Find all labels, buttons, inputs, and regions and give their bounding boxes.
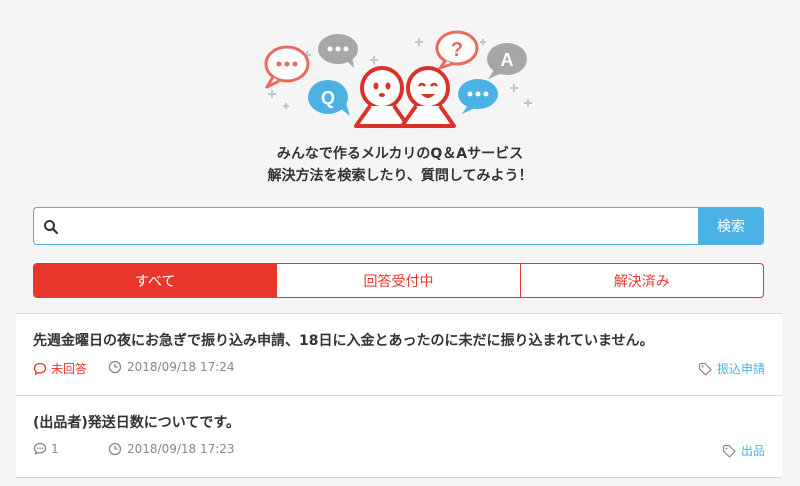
tab-resolved[interactable]: 解決済み: [519, 264, 763, 297]
tagline-line-2: 解決方法を検索したり、質問してみよう！: [267, 168, 533, 184]
question-title[interactable]: (出品者)発送日数についてです。: [33, 412, 240, 432]
question-list: 先週金曜日の夜にお急ぎで振り込み申請、18日に入金とあったのに未だに振り込まれて…: [16, 313, 782, 478]
answer-status: 未回答: [33, 360, 87, 377]
category-tag-label[interactable]: 振込申請: [717, 360, 765, 377]
comment-icon: [33, 362, 47, 376]
filter-tabs: すべて 回答受付中 解決済み: [33, 263, 764, 298]
posted-date-label: 2018/09/18 17:23: [127, 442, 235, 456]
question-title[interactable]: 先週金曜日の夜にお急ぎで振り込み申請、18日に入金とあったのに未だに振り込まれて…: [33, 330, 654, 350]
search-bar: 検索: [33, 207, 764, 245]
search-icon: [43, 219, 59, 235]
list-item[interactable]: (出品者)発送日数についてです。 1 2018/09/18 17:23 出品: [16, 396, 782, 478]
mascot-icon: [354, 66, 410, 128]
speech-bubble-icon: [318, 34, 358, 68]
speech-bubble-icon: [458, 79, 498, 114]
hero-illustration: Q ? A みんなで作るメルカリのQ＆Aサービス 解決方法を検索したり、質問して…: [0, 0, 800, 200]
posted-date: 2018/09/18 17:24: [108, 360, 235, 374]
a-bubble-icon: A: [487, 43, 527, 79]
question-meta: 1 2018/09/18 17:23 出品: [33, 442, 765, 460]
clock-icon: [108, 442, 122, 456]
tag-icon: [698, 362, 712, 376]
question-mark-icon: ?: [435, 30, 479, 70]
tagline-line-1: みんなで作るメルカリのQ＆Aサービス: [276, 146, 524, 162]
svg-text:A: A: [501, 50, 514, 70]
clock-icon: [108, 360, 122, 374]
tab-accepting-answers[interactable]: 回答受付中: [276, 264, 519, 297]
list-item[interactable]: 先週金曜日の夜にお急ぎで振り込み申請、18日に入金とあったのに未だに振り込まれて…: [16, 314, 782, 396]
answer-status-label: 未回答: [51, 362, 88, 376]
category-tag[interactable]: 出品: [722, 442, 765, 459]
svg-text:Q: Q: [321, 88, 335, 108]
mascot-icon: [400, 66, 456, 128]
category-tag[interactable]: 振込申請: [698, 360, 765, 377]
answer-count-label: 1: [51, 442, 59, 456]
posted-date-label: 2018/09/18 17:24: [127, 360, 235, 374]
search-input[interactable]: [64, 208, 684, 244]
posted-date: 2018/09/18 17:23: [108, 442, 235, 456]
tag-icon: [722, 444, 736, 458]
search-box: [33, 207, 698, 245]
qa-illustration: Q ? A: [264, 30, 532, 128]
search-button[interactable]: 検索: [698, 207, 764, 245]
answer-count: 1: [33, 442, 59, 456]
speech-bubble-icon: [264, 45, 310, 89]
tab-all[interactable]: すべて: [34, 264, 277, 297]
svg-text:?: ?: [451, 39, 463, 61]
question-meta: 未回答 2018/09/18 17:24 振込申請: [33, 360, 765, 378]
comments-icon: [33, 442, 47, 456]
category-tag-label[interactable]: 出品: [741, 442, 765, 459]
tagline: みんなで作るメルカリのQ＆Aサービス 解決方法を検索したり、質問してみよう！: [0, 143, 800, 187]
q-bubble-icon: Q: [308, 80, 350, 116]
